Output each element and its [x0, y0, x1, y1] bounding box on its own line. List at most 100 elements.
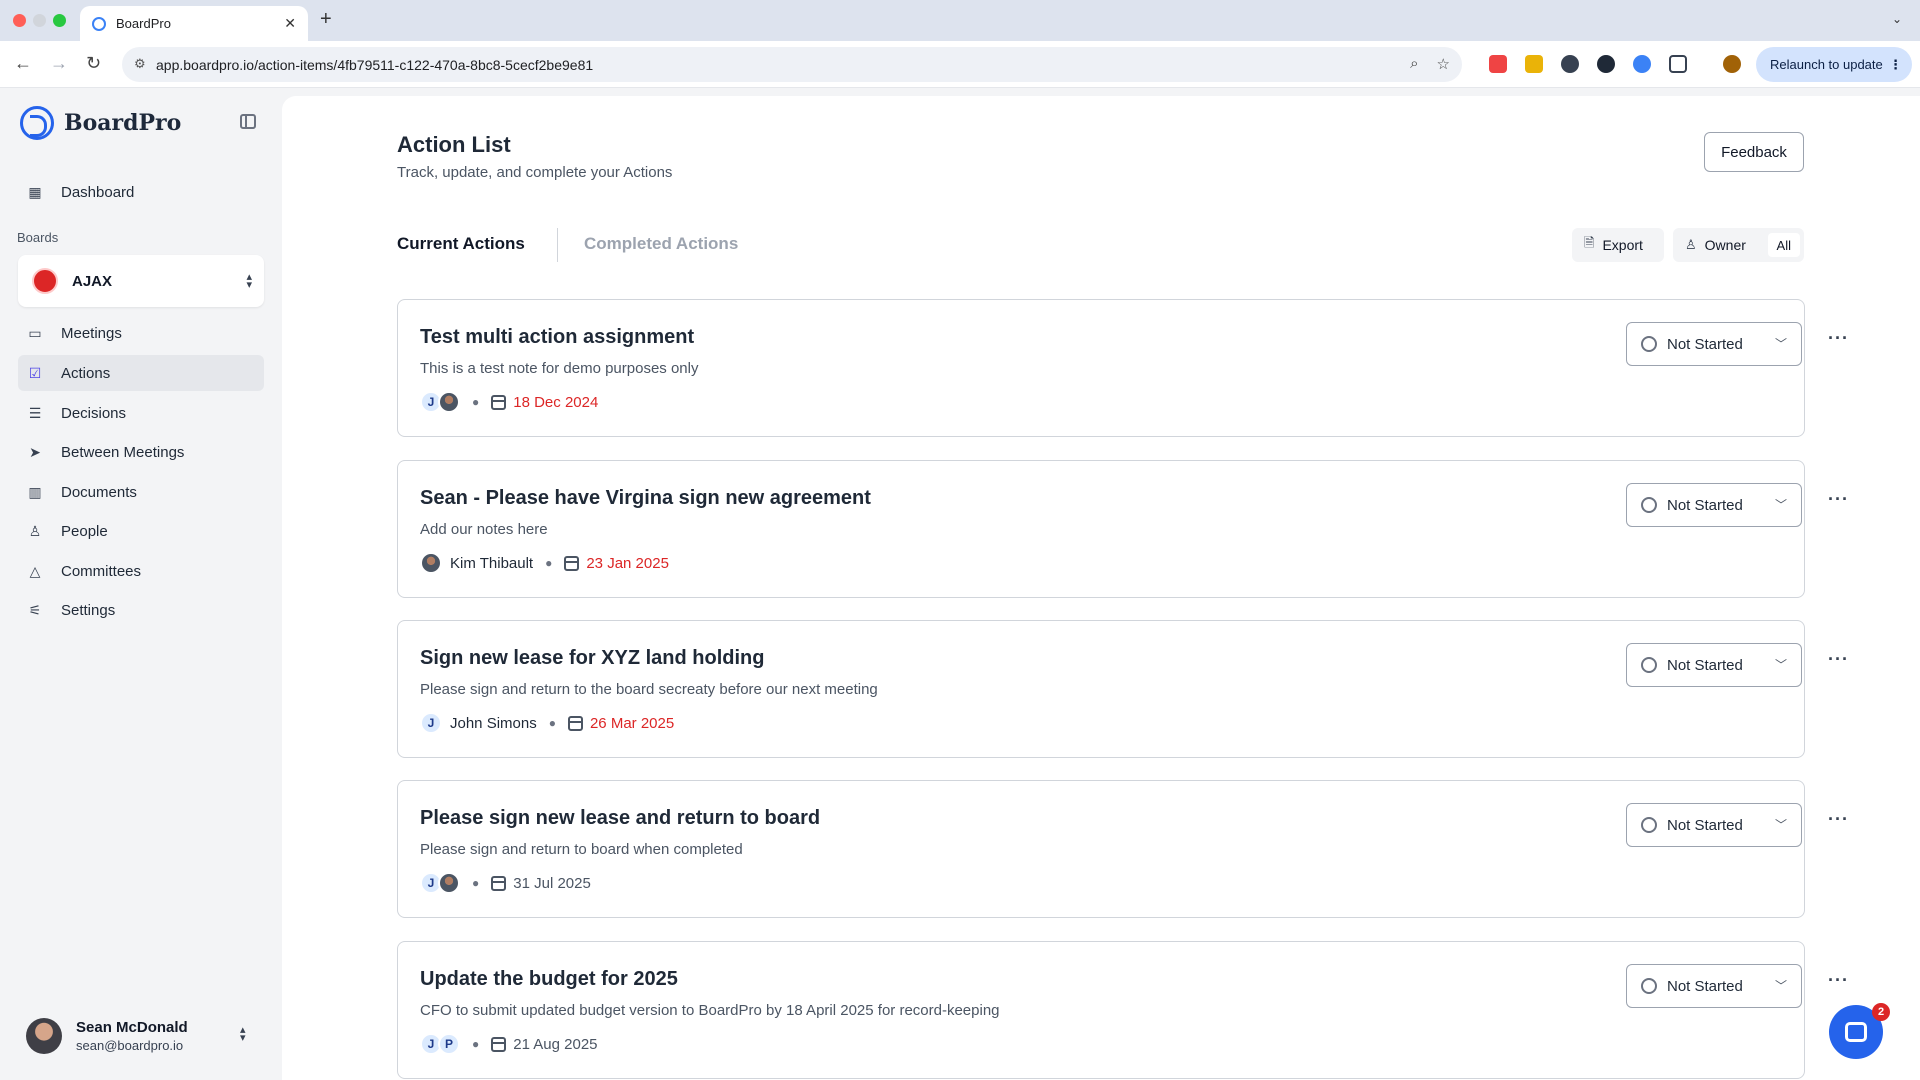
url-field[interactable]: ⚙ app.boardpro.io/action-items/4fb79511-… — [122, 47, 1462, 82]
action-title: Please sign new lease and return to boar… — [420, 807, 821, 829]
more-vertical-icon: ⋮ — [1889, 56, 1902, 72]
action-card[interactable]: Sean - Please have Virgina sign new agre… — [397, 460, 1848, 598]
status-dropdown[interactable]: Not Started ﹀ — [1626, 964, 1802, 1008]
board-selector[interactable]: AJAX ▴ ▾ — [18, 255, 264, 307]
action-note: CFO to submit updated budget version to … — [420, 1002, 1000, 1019]
list-check-icon: ☰ — [28, 404, 42, 421]
maximize-window-button[interactable] — [53, 14, 66, 27]
tab-completed-actions[interactable]: Completed Actions — [584, 234, 738, 254]
browser-tab[interactable]: BoardPro ✕ — [80, 6, 308, 41]
action-card[interactable]: Test multi action assignment This is a t… — [397, 299, 1848, 437]
action-meta: J P ● 21 Aug 2025 — [420, 1032, 598, 1056]
calendar-icon — [567, 715, 583, 731]
tab-search-chevron-icon[interactable]: ⌄ — [1892, 12, 1902, 26]
close-window-button[interactable] — [13, 14, 26, 27]
person-icon: ♙ — [1685, 237, 1697, 252]
extensions-puzzle-icon[interactable] — [1669, 55, 1687, 73]
due-date: 21 Aug 2025 — [513, 1035, 598, 1053]
sidebar-item-label: Dashboard — [61, 183, 135, 201]
reload-icon[interactable]: ↻ — [86, 53, 101, 74]
action-meta: J ● 18 Dec 2024 — [420, 390, 598, 414]
minimize-window-button[interactable] — [33, 14, 46, 27]
status-circle-icon — [1641, 497, 1657, 513]
action-meta: J John Simons ● 26 Mar 2025 — [420, 711, 674, 735]
status-dropdown[interactable]: Not Started ﹀ — [1626, 322, 1802, 366]
more-options-icon[interactable]: ··· — [1828, 489, 1849, 510]
status-label: Not Started — [1667, 977, 1743, 995]
action-card[interactable]: Update the budget for 2025 CFO to submit… — [397, 941, 1848, 1079]
action-note: Please sign and return to the board secr… — [420, 681, 878, 698]
address-bar-row: ← → ↻ ⚙ app.boardpro.io/action-items/4fb… — [0, 41, 1920, 88]
profile-avatar-icon[interactable] — [1723, 55, 1741, 73]
owner-label: Owner — [1704, 237, 1746, 253]
action-card[interactable]: Please sign new lease and return to boar… — [397, 780, 1848, 918]
export-button[interactable]: 🗎 Export — [1572, 228, 1664, 262]
sidebar-item-actions[interactable]: ☑ Actions — [18, 355, 264, 391]
status-label: Not Started — [1667, 335, 1743, 353]
sidebar-item-label: Committees — [61, 562, 142, 580]
status-dropdown[interactable]: Not Started ﹀ — [1626, 483, 1802, 527]
more-options-icon[interactable]: ··· — [1828, 970, 1849, 991]
chevron-up-down-icon[interactable]: ▴ ▾ — [240, 1025, 246, 1044]
board-name: AJAX — [72, 272, 113, 290]
sidebar-item-decisions[interactable]: ☰ Decisions — [18, 395, 264, 431]
boards-label: Boards — [17, 230, 59, 245]
chevron-down-icon: ﹀ — [1774, 337, 1787, 351]
extension-circle-icon[interactable] — [1561, 55, 1579, 73]
sidebar-item-label: Settings — [61, 601, 116, 619]
new-tab-icon[interactable]: + — [320, 8, 332, 31]
more-options-icon[interactable]: ··· — [1828, 328, 1849, 349]
sidebar-item-between-meetings[interactable]: ➤ Between Meetings — [18, 434, 264, 470]
user-email: sean@boardpro.io — [76, 1038, 184, 1053]
assignee-name: Kim Thibault — [450, 554, 534, 572]
sidebar-item-documents[interactable]: ▥ Documents — [18, 474, 264, 510]
sidebar-item-people[interactable]: ♙ People — [18, 513, 264, 549]
forward-arrow-icon[interactable]: → — [50, 53, 68, 74]
chevron-down-icon: ﹀ — [1774, 498, 1787, 512]
boardpro-logo[interactable]: BoardPro — [20, 106, 181, 140]
assignee-avatar — [420, 552, 442, 574]
feedback-button[interactable]: Feedback — [1704, 132, 1804, 172]
sidebar-item-label: Decisions — [61, 404, 127, 422]
close-tab-icon[interactable]: ✕ — [284, 15, 296, 32]
bookmark-star-icon[interactable]: ☆ — [1437, 55, 1450, 73]
tab-title: BoardPro — [116, 16, 171, 31]
more-options-icon[interactable]: ··· — [1828, 809, 1849, 830]
logo-text: BoardPro — [64, 110, 182, 136]
calendar-icon: ▭ — [28, 324, 42, 341]
separator-dot: ● — [472, 876, 480, 890]
status-dropdown[interactable]: Not Started ﹀ — [1626, 803, 1802, 847]
due-date: 26 Mar 2025 — [589, 714, 675, 732]
relaunch-button[interactable]: Relaunch to update ⋮ — [1756, 47, 1912, 82]
status-label: Not Started — [1667, 656, 1743, 674]
user-menu[interactable]: Sean McDonald sean@boardpro.io — [26, 1018, 188, 1054]
boardpro-favicon-icon — [92, 16, 106, 31]
extension-todoist-icon[interactable] — [1489, 55, 1507, 73]
sidebar-item-committees[interactable]: △ Committees — [18, 553, 264, 589]
more-options-icon[interactable]: ··· — [1828, 649, 1849, 670]
owner-filter[interactable]: ♙ Owner All — [1673, 228, 1804, 262]
assignee-avatar: J — [420, 712, 442, 734]
sidebar-item-settings[interactable]: ⚟ Settings — [18, 592, 264, 628]
chevron-down-icon: ﹀ — [1774, 818, 1787, 832]
action-title: Test multi action assignment — [420, 326, 695, 348]
back-arrow-icon[interactable]: ← — [14, 53, 32, 74]
site-settings-icon[interactable]: ⚙ — [134, 56, 146, 72]
browser-tab-bar: BoardPro ✕ + ⌄ — [0, 0, 1920, 41]
chat-unread-badge: 2 — [1872, 1003, 1890, 1021]
extension-password-icon[interactable] — [1633, 55, 1651, 73]
extension-hourglass-icon[interactable] — [1525, 55, 1543, 73]
extension-dark-icon[interactable] — [1597, 55, 1615, 73]
separator-dot: ● — [548, 716, 556, 730]
page-subtitle: Track, update, and complete your Actions — [397, 164, 673, 181]
sidebar-item-dashboard[interactable]: ▦ Dashboard — [18, 174, 264, 210]
action-card[interactable]: Sign new lease for XYZ land holding Plea… — [397, 620, 1848, 758]
sidebar-item-meetings[interactable]: ▭ Meetings — [18, 315, 264, 351]
user-avatar — [26, 1018, 62, 1054]
main-panel: Action List Track, update, and complete … — [282, 96, 1920, 1080]
tab-current-actions[interactable]: Current Actions — [397, 234, 525, 254]
status-dropdown[interactable]: Not Started ﹀ — [1626, 643, 1802, 687]
zoom-icon[interactable]: ⌕ — [1410, 55, 1418, 73]
collapse-sidebar-icon[interactable] — [240, 114, 256, 129]
user-name: Sean McDonald — [76, 1019, 188, 1036]
